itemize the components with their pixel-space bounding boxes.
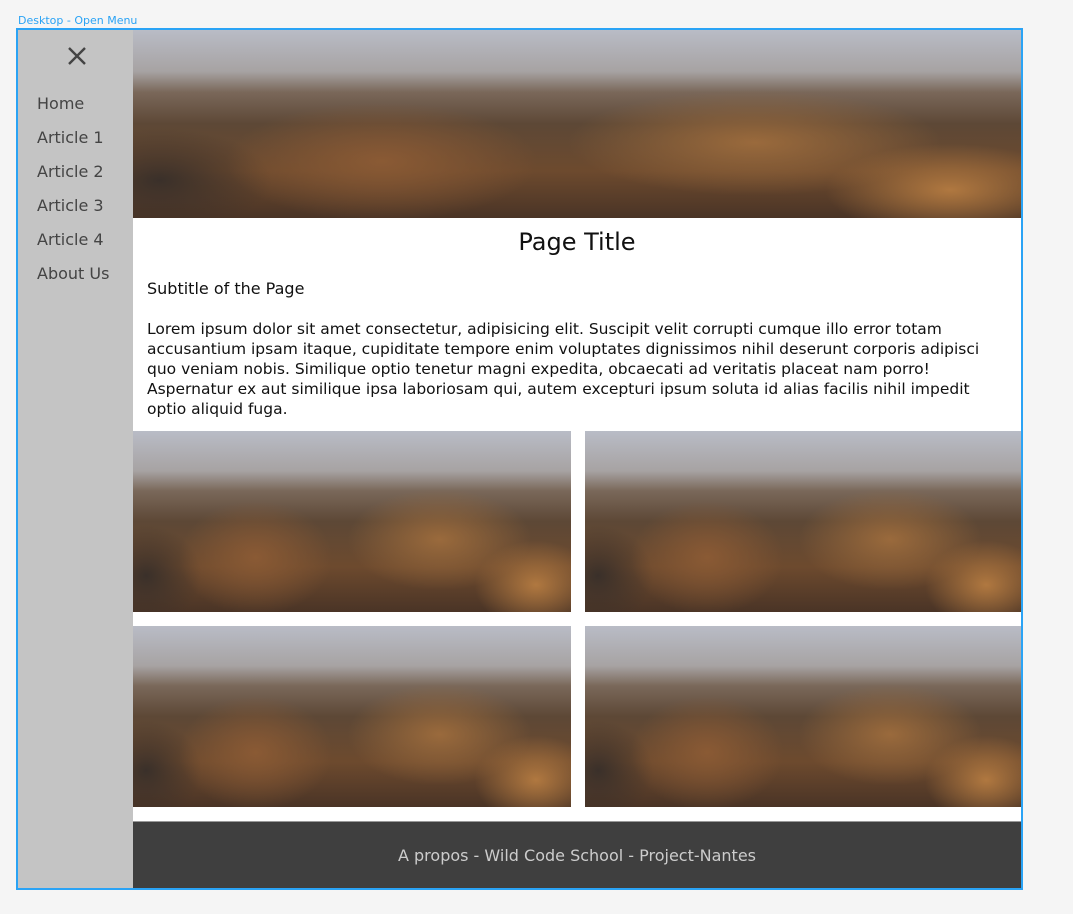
footer: A propos - Wild Code School - Project-Na… [133,821,1021,888]
gallery-image [585,626,1021,807]
nav-item-about-us[interactable]: About Us [37,260,109,294]
nav-item-article-4[interactable]: Article 4 [37,226,109,260]
close-icon[interactable] [65,44,89,68]
hero-image [133,30,1021,218]
body-text: Lorem ipsum dolor sit amet consectetur, … [147,320,980,418]
page-subtitle: Subtitle of the Page [147,279,305,298]
nav-item-home[interactable]: Home [37,90,109,124]
gallery-image [585,431,1021,612]
page-title: Page Title [518,228,636,256]
sidebar-menu: Home Article 1 Article 2 Article 3 Artic… [18,30,133,888]
nav-list: Home Article 1 Article 2 Article 3 Artic… [37,90,109,294]
gallery-image [133,431,571,612]
nav-item-article-3[interactable]: Article 3 [37,192,109,226]
gallery-image [133,626,571,807]
nav-item-article-2[interactable]: Article 2 [37,158,109,192]
main-content: Page Title Subtitle of the Page Lorem ip… [133,30,1021,888]
desktop-frame: Home Article 1 Article 2 Article 3 Artic… [16,28,1023,890]
nav-item-article-1[interactable]: Article 1 [37,124,109,158]
frame-label: Desktop - Open Menu [18,14,138,27]
